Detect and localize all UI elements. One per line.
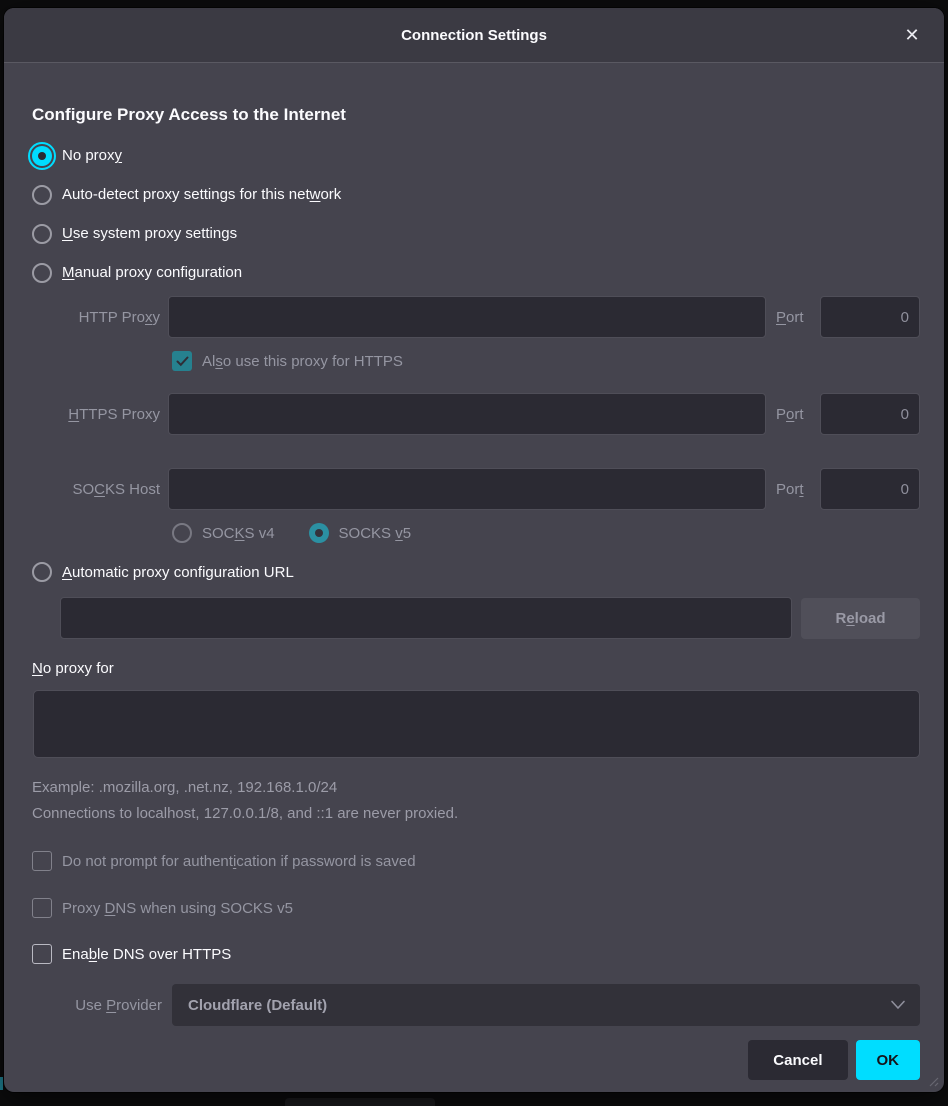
radio-label-use-system: Use system proxy settings — [62, 225, 237, 242]
radio-label-auto-url: Automatic proxy configuration URL — [62, 564, 294, 581]
https-proxy-label: HTTPS Proxy — [28, 406, 162, 423]
dialog-title: Connection Settings — [401, 27, 547, 44]
chevron-down-icon — [890, 1000, 906, 1010]
provider-row: Use Provider Cloudflare (Default) — [28, 984, 920, 1026]
radio-dot — [315, 529, 323, 537]
radio-use-system[interactable] — [32, 224, 52, 244]
ok-button[interactable]: OK — [856, 1040, 921, 1080]
use-provider-label: Use Provider — [28, 997, 162, 1014]
radio-socks-v4[interactable] — [172, 523, 192, 543]
reload-label: Reload — [835, 610, 885, 627]
close-icon: ✕ — [904, 25, 919, 46]
auto-url-input[interactable] — [60, 597, 792, 639]
radio-row-use-system[interactable]: Use system proxy settings — [32, 214, 920, 253]
checkbox-proxy-dns[interactable] — [32, 898, 52, 918]
connection-settings-dialog: Connection Settings ✕ Configure Proxy Ac… — [4, 8, 944, 1092]
radio-label-socks-v4: SOCKS v4 — [202, 525, 275, 542]
provider-dropdown[interactable]: Cloudflare (Default) — [172, 984, 920, 1026]
auto-url-row: Reload — [60, 597, 920, 639]
cancel-button[interactable]: Cancel — [748, 1040, 847, 1080]
radio-row-auto-url[interactable]: Automatic proxy configuration URL — [32, 556, 920, 588]
checkbox-enable-doh[interactable] — [32, 944, 52, 964]
checkbox-no-prompt[interactable] — [32, 851, 52, 871]
dialog-titlebar: Connection Settings ✕ — [4, 8, 944, 63]
proxy-dns-label: Proxy DNS when using SOCKS v5 — [62, 900, 293, 917]
radio-manual[interactable] — [32, 263, 52, 283]
radio-label-socks-v5: SOCKS v5 — [339, 525, 412, 542]
resize-grip-icon[interactable] — [925, 1073, 939, 1087]
http-port-input[interactable] — [820, 296, 920, 338]
no-prompt-row[interactable]: Do not prompt for authentication if pass… — [32, 847, 920, 875]
also-https-label: Also use this proxy for HTTPS — [202, 353, 403, 370]
https-port-input[interactable] — [820, 393, 920, 435]
check-icon — [176, 356, 189, 367]
http-proxy-label: HTTP Proxy — [28, 309, 162, 326]
provider-selected-value: Cloudflare (Default) — [188, 997, 327, 1014]
no-proxy-for-textarea[interactable] — [33, 690, 920, 758]
socks-host-label: SOCKS Host — [28, 481, 162, 498]
radio-dot — [38, 152, 46, 160]
radio-label-no-proxy: No proxy — [62, 147, 122, 164]
localhost-hint: Connections to localhost, 127.0.0.1/8, a… — [32, 803, 920, 825]
radio-row-manual[interactable]: Manual proxy configuration — [32, 253, 920, 292]
radio-row-no-proxy[interactable]: No proxy — [32, 136, 920, 175]
radio-label-auto-detect: Auto-detect proxy settings for this netw… — [62, 186, 341, 203]
checkbox-also-https[interactable] — [172, 351, 192, 371]
dialog-content: Configure Proxy Access to the Internet N… — [4, 103, 944, 1080]
also-https-row[interactable]: Also use this proxy for HTTPS — [172, 347, 920, 375]
radio-row-auto-detect[interactable]: Auto-detect proxy settings for this netw… — [32, 175, 920, 214]
http-port-label: Port — [772, 309, 814, 326]
background-page-edge — [0, 1077, 3, 1090]
dialog-footer: Cancel OK — [28, 1040, 920, 1080]
proxy-dns-row[interactable]: Proxy DNS when using SOCKS v5 — [32, 894, 920, 922]
radio-label-manual: Manual proxy configuration — [62, 264, 242, 281]
https-proxy-row: HTTPS Proxy Port — [28, 393, 920, 435]
background-page-element — [285, 1098, 435, 1106]
http-proxy-row: HTTP Proxy Port — [28, 296, 920, 338]
https-proxy-input[interactable] — [168, 393, 766, 435]
radio-auto-url[interactable] — [32, 562, 52, 582]
page-title: Configure Proxy Access to the Internet — [32, 103, 920, 126]
radio-socks-v5[interactable] — [309, 523, 329, 543]
socks-host-row: SOCKS Host Port — [28, 468, 920, 510]
no-proxy-for-label: No proxy for — [32, 660, 920, 682]
enable-doh-row[interactable]: Enable DNS over HTTPS — [32, 940, 920, 968]
reload-button[interactable]: Reload — [801, 598, 920, 639]
radio-no-proxy[interactable] — [32, 146, 52, 166]
close-button[interactable]: ✕ — [898, 21, 926, 49]
http-proxy-input[interactable] — [168, 296, 766, 338]
socks-port-input[interactable] — [820, 468, 920, 510]
socks-host-input[interactable] — [168, 468, 766, 510]
no-prompt-label: Do not prompt for authentication if pass… — [62, 853, 416, 870]
socks-port-label: Port — [772, 481, 814, 498]
radio-auto-detect[interactable] — [32, 185, 52, 205]
enable-doh-label: Enable DNS over HTTPS — [62, 946, 231, 963]
socks-version-row: SOCKS v4 SOCKS v5 — [172, 518, 920, 548]
https-port-label: Port — [772, 406, 814, 423]
example-hint: Example: .mozilla.org, .net.nz, 192.168.… — [32, 777, 920, 799]
